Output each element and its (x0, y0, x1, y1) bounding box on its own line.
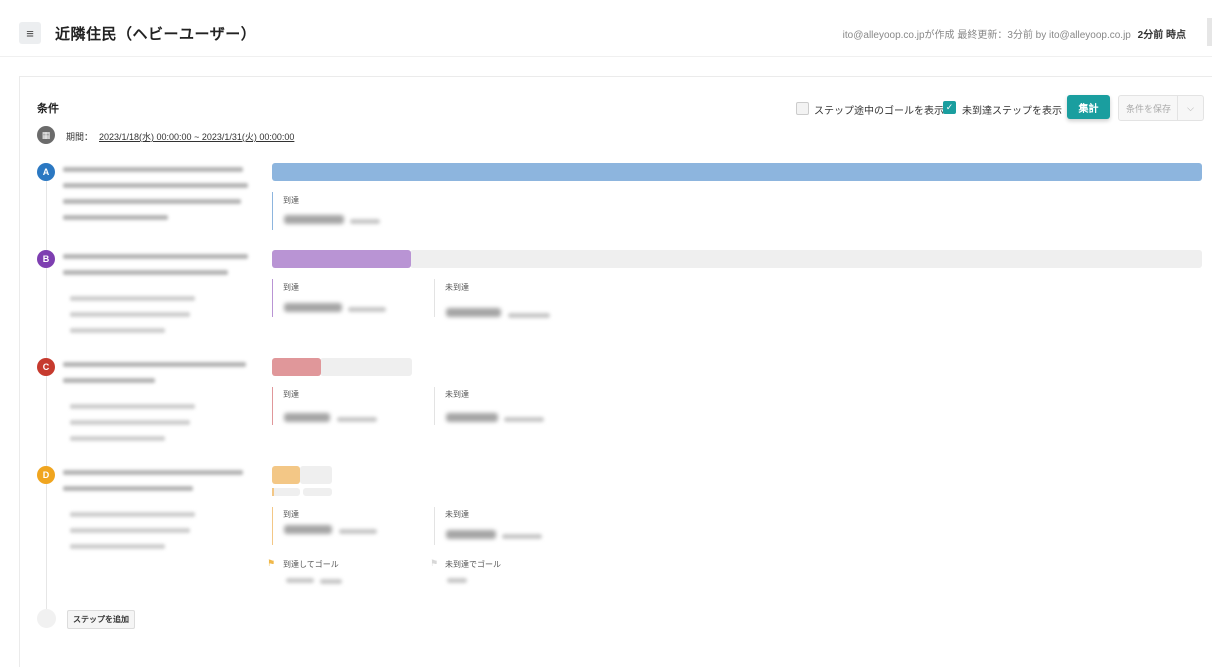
step-d-reached-label: 到達 (283, 510, 299, 519)
step-c-filter (70, 436, 165, 441)
goal-unreached-flag-icon: ⚑ (430, 558, 439, 568)
step-b-reached-bar (272, 250, 411, 268)
step-b-filter (70, 328, 165, 333)
step-b-unreached-track (410, 250, 1202, 268)
add-step-button[interactable]: ステップを追加 (67, 610, 135, 629)
step-b-unreached-label: 未到達 (445, 283, 469, 292)
step-b-reached-marker (272, 279, 273, 317)
timeline-line (46, 181, 47, 611)
step-c-unreached-label: 未到達 (445, 390, 469, 399)
step-d-goal-reached-rate (320, 579, 342, 584)
step-a-condition (63, 199, 241, 204)
show-unreached-label[interactable]: 未到達ステップを表示 (962, 102, 1062, 117)
step-c-unreached-count (446, 413, 498, 422)
step-d-unreached-label: 未到達 (445, 510, 469, 519)
step-c-reached-count (284, 413, 330, 422)
show-unreached-checkbox[interactable]: ✓ (943, 101, 956, 114)
add-step-placeholder (37, 609, 56, 628)
step-a-condition (63, 183, 248, 188)
check-icon: ✓ (945, 102, 954, 112)
step-d-filter (70, 512, 195, 517)
step-c-reached-marker (272, 387, 273, 425)
step-d-condition (63, 470, 243, 475)
show-mid-goal-checkbox[interactable] (796, 102, 809, 115)
step-badge-a: A (37, 163, 55, 181)
step-b-filter (70, 296, 195, 301)
step-d-reached-count (284, 525, 332, 534)
step-c-condition (63, 362, 246, 367)
step-c-filter (70, 420, 190, 425)
step-b-unreached-count (446, 308, 501, 317)
period-value[interactable]: 2023/1/18(水) 00:00:00 ~ 2023/1/31(火) 00:… (99, 130, 294, 143)
step-c-unreached-rate (504, 417, 544, 422)
step-d-reached-rate (339, 529, 377, 534)
update-meta: ito@alleyoop.co.jpが作成 最終更新：3分前 by ito@al… (843, 26, 1186, 41)
step-badge-b: B (37, 250, 55, 268)
step-badge-c: C (37, 358, 55, 376)
step-d-goal-reached-track (272, 488, 300, 496)
step-c-reached-rate (337, 417, 377, 422)
step-b-condition (63, 270, 228, 275)
step-a-condition (63, 167, 243, 172)
step-a-reached-label: 到達 (283, 196, 299, 205)
step-a-reached-count (284, 215, 344, 224)
step-c-condition (63, 378, 155, 383)
step-d-unreached-count (446, 530, 496, 539)
step-a-reached-rate (350, 219, 380, 224)
step-a-condition (63, 215, 168, 220)
menu-button[interactable]: ≡ (19, 22, 41, 44)
step-b-reached-rate (348, 307, 386, 312)
header-edge-button[interactable] (1207, 18, 1212, 46)
step-d-condition (63, 486, 193, 491)
step-d-goal-unreached-count (447, 578, 467, 583)
step-d-unreached-marker (434, 507, 435, 545)
step-d-reached-marker (272, 507, 273, 545)
step-badge-d: D (37, 466, 55, 484)
conditions-title: 条件 (37, 103, 59, 115)
step-d-goal-reached-label: 到達してゴール (283, 560, 339, 569)
header-divider (0, 56, 1212, 57)
step-c-reached-label: 到達 (283, 390, 299, 399)
hamburger-icon: ≡ (26, 25, 34, 41)
step-d-unreached-rate (502, 534, 542, 539)
page-title: 近隣住民（ヘビーユーザー） (55, 26, 257, 43)
step-b-condition (63, 254, 248, 259)
step-b-unreached-marker (434, 279, 435, 317)
step-c-unreached-marker (434, 387, 435, 425)
save-conditions-button[interactable]: 条件を保存 (1118, 95, 1179, 121)
period-label: 期間： (66, 132, 94, 142)
calendar-icon: ▦ (37, 126, 55, 144)
step-c-filter (70, 404, 195, 409)
save-options-dropdown[interactable]: ⌵ (1177, 95, 1204, 121)
step-d-filter (70, 528, 190, 533)
goal-reached-flag-icon: ⚑ (267, 558, 276, 568)
step-c-reached-bar (272, 358, 321, 376)
show-mid-goal-label[interactable]: ステップ途中のゴールを表示 (814, 102, 944, 117)
chevron-down-icon: ⌵ (1187, 102, 1194, 113)
step-d-goal-reached-count (286, 578, 314, 583)
snapshot-time: 2分前 時点 (1137, 30, 1186, 41)
step-d-goal-reached-bar (272, 488, 274, 496)
step-d-filter (70, 544, 165, 549)
step-d-unreached-track (300, 466, 332, 484)
step-b-filter (70, 312, 190, 317)
author-info: ito@alleyoop.co.jpが作成 最終更新：3分前 by ito@al… (842, 30, 1131, 41)
step-b-reached-count (284, 303, 342, 312)
run-aggregate-button[interactable]: 集計 (1067, 95, 1110, 119)
step-a-reached-marker (272, 192, 273, 230)
step-c-unreached-track (320, 358, 412, 376)
step-b-reached-label: 到達 (283, 283, 299, 292)
step-d-reached-bar (272, 466, 300, 484)
step-b-unreached-rate (508, 313, 550, 318)
step-d-goal-unreached-track (303, 488, 332, 496)
step-d-goal-unreached-label: 未到達でゴール (445, 560, 501, 569)
step-a-reached-bar (272, 163, 1202, 181)
